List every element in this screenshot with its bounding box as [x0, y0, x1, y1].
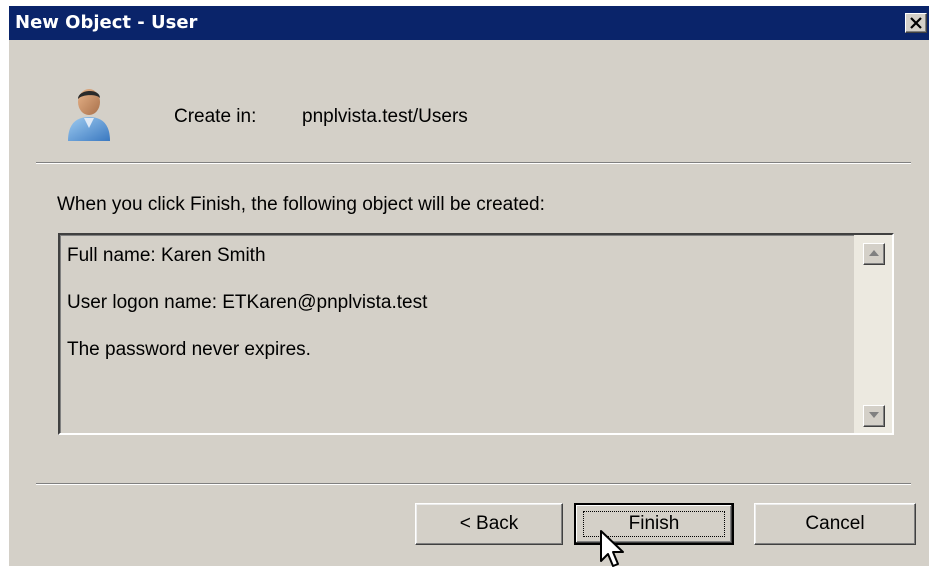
title-bar[interactable]: New Object - User — [9, 6, 929, 40]
summary-logon-name: User logon name: ETKaren@pnplvista.test — [67, 292, 428, 313]
summary-password-policy: The password never expires. — [67, 339, 311, 360]
separator-top — [36, 162, 911, 164]
close-button[interactable] — [905, 13, 927, 33]
cancel-button[interactable]: Cancel — [754, 503, 916, 545]
summary-full-name: Full name: Karen Smith — [67, 245, 266, 266]
summary-scrollbar[interactable] — [854, 235, 892, 433]
summary-box[interactable]: Full name: Karen Smith User logon name: … — [58, 233, 894, 435]
back-button[interactable]: < Back — [415, 503, 563, 545]
scroll-up-button[interactable] — [863, 243, 885, 265]
finish-button[interactable]: Finish — [574, 503, 734, 545]
scroll-down-button[interactable] — [863, 405, 885, 427]
new-object-user-dialog: New Object - User Create in: pnplvista.t… — [8, 6, 929, 567]
create-in-path: pnplvista.test/Users — [302, 106, 468, 127]
arrow-up-icon — [869, 250, 879, 256]
create-in-label: Create in: — [174, 106, 257, 127]
arrow-down-icon — [869, 412, 879, 418]
window-title: New Object - User — [15, 12, 198, 33]
mouse-pointer-icon — [600, 530, 624, 567]
instruction-text: When you click Finish, the following obj… — [57, 194, 545, 215]
close-icon — [910, 17, 922, 29]
user-icon — [68, 89, 110, 141]
separator-bottom — [36, 483, 911, 485]
